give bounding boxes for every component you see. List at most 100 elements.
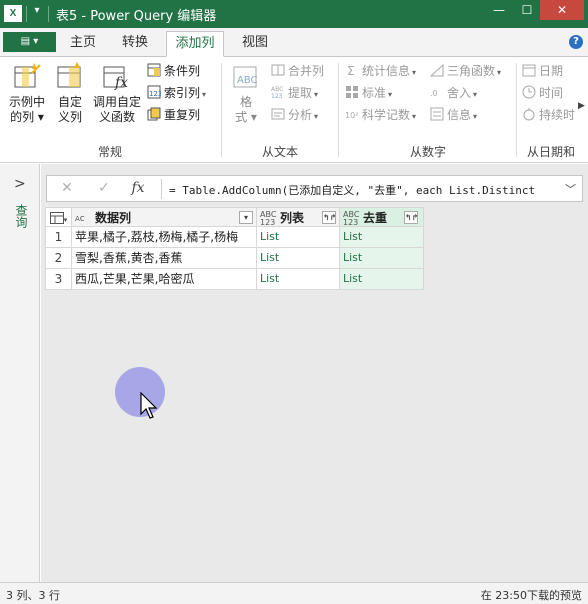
- confirm-formula-icon[interactable]: ✓: [93, 180, 115, 198]
- invoke-custom-function-button[interactable]: fx 调用自定 义函数: [90, 61, 144, 125]
- table-icon: [49, 212, 64, 224]
- expand-column-icon[interactable]: ↰↱: [322, 211, 336, 224]
- tab-add-column[interactable]: 添加列: [166, 31, 224, 57]
- duration-button[interactable]: 持续时: [522, 106, 575, 124]
- maximize-button[interactable]: ☐: [514, 0, 540, 20]
- table-cell[interactable]: 苹果,橘子,荔枝,杨梅,橘子,杨梅: [72, 227, 257, 248]
- cancel-formula-icon[interactable]: ✕: [56, 180, 78, 198]
- list-cell[interactable]: List: [340, 227, 424, 248]
- close-button[interactable]: ✕: [540, 0, 584, 20]
- list-cell[interactable]: List: [257, 248, 340, 269]
- file-menu-button[interactable]: ▤ ▾: [3, 32, 56, 52]
- column-from-examples-label-2: 的列 ▾: [10, 110, 44, 124]
- group-label-from-number: 从数字: [409, 145, 446, 159]
- quick-access-dropdown-icon[interactable]: ▾: [30, 5, 44, 16]
- group-label-general: 常规: [97, 145, 122, 159]
- rounding-icon: .0: [430, 85, 444, 99]
- information-button[interactable]: 信息 ▾: [430, 106, 477, 124]
- statistics-button[interactable]: Σ 统计信息 ▾: [345, 62, 416, 80]
- expand-formula-chevron-icon[interactable]: ﹀: [565, 181, 576, 197]
- extract-button[interactable]: ABC 123 提取 ▾: [271, 84, 318, 102]
- minimize-button[interactable]: —: [486, 0, 512, 20]
- status-bar: 3 列、3 行 在 23:50下载的预览: [0, 582, 588, 604]
- filter-dropdown-icon[interactable]: ▾: [239, 211, 253, 224]
- parse-button[interactable]: 分析 ▾: [271, 106, 318, 124]
- queries-pane-label[interactable]: 查询: [13, 204, 30, 228]
- text-type-icon[interactable]: Ac: [75, 214, 91, 223]
- chevron-down-icon: ▾: [388, 90, 393, 99]
- column-from-examples-label-1: 示例中: [8, 95, 45, 109]
- merge-columns-label: 合并列: [288, 64, 325, 78]
- chevron-down-icon: ▾: [314, 90, 319, 99]
- tab-transform[interactable]: 转换: [112, 31, 158, 57]
- table-cell[interactable]: 西瓜,芒果,芒果,哈密瓜: [72, 269, 257, 290]
- custom-column-label-2: 义列: [57, 110, 82, 124]
- row-number[interactable]: 2: [45, 248, 72, 269]
- ribbon-scroll-right-icon[interactable]: ▶: [578, 101, 585, 111]
- tab-view[interactable]: 视图: [232, 31, 278, 57]
- standard-button[interactable]: 标准 ▾: [345, 84, 392, 102]
- trigonometry-button[interactable]: 三角函数 ▾: [429, 62, 502, 80]
- group-label-from-text: 从文本: [261, 145, 298, 159]
- parse-icon: [271, 107, 285, 121]
- svg-text:.0: .0: [430, 89, 438, 98]
- list-cell[interactable]: List: [257, 269, 340, 290]
- type-badge-bottom: 123: [260, 217, 276, 227]
- format-button[interactable]: ABC 格 式 ▾: [228, 61, 264, 125]
- expand-queries-chevron-icon[interactable]: >: [14, 176, 26, 192]
- table-cell[interactable]: 雪梨,香蕉,黄杏,香蕉: [72, 248, 257, 269]
- row-column-count: 3 列、3 行: [6, 589, 60, 602]
- column-from-examples-icon: [12, 61, 42, 91]
- svg-text:10²: 10²: [345, 111, 358, 120]
- duplicate-column-button[interactable]: 重复列: [147, 106, 200, 124]
- duration-label: 持续时: [539, 108, 576, 122]
- list-cell[interactable]: List: [340, 269, 424, 290]
- chevron-down-icon: ▾: [497, 68, 502, 77]
- rounding-button[interactable]: .0 舍入 ▾: [430, 84, 477, 102]
- duplicate-column-icon: [147, 107, 161, 121]
- preview-download-time: 在 23:50下载的预览: [480, 589, 582, 602]
- column-header-dedup[interactable]: ABC 123 去重 ↰↱: [340, 207, 424, 227]
- index-column-label: 索引列: [164, 86, 201, 100]
- invoke-function-label-1: 调用自定: [92, 95, 141, 109]
- svg-text:fx: fx: [114, 75, 128, 91]
- formula-separator: [161, 179, 162, 199]
- custom-column-button[interactable]: 自定 义列: [54, 61, 86, 125]
- merge-columns-icon: [271, 63, 285, 77]
- list-cell[interactable]: List: [340, 248, 424, 269]
- ribbon-tab-strip: ▤ ▾ 主页 转换 添加列 视图 ?: [0, 28, 588, 57]
- time-button[interactable]: 时间: [522, 84, 563, 102]
- chevron-down-icon: ▾: [63, 216, 68, 224]
- standard-label: 标准: [362, 86, 387, 100]
- conditional-column-button[interactable]: 条件列: [147, 62, 200, 80]
- any-type-icon[interactable]: ABC 123: [343, 210, 359, 226]
- clock-icon: [522, 85, 536, 99]
- svg-text:Σ: Σ: [347, 64, 355, 77]
- row-number[interactable]: 3: [45, 269, 72, 290]
- tab-home[interactable]: 主页: [60, 31, 106, 57]
- help-icon[interactable]: ?: [569, 35, 583, 49]
- index-column-button[interactable]: 123 索引列 ▾: [147, 84, 206, 102]
- merge-columns-button[interactable]: 合并列: [271, 62, 324, 80]
- fx-icon[interactable]: fx: [127, 180, 149, 198]
- list-cell[interactable]: List: [257, 227, 340, 248]
- row-number[interactable]: 1: [45, 227, 72, 248]
- table-menu-button[interactable]: ▾: [45, 207, 72, 227]
- formula-input[interactable]: = Table.AddColumn(已添加自定义, "去重", each Lis…: [169, 182, 559, 198]
- information-label: 信息: [447, 108, 472, 122]
- svg-text:ABC: ABC: [271, 86, 283, 93]
- excel-app-icon[interactable]: X: [4, 5, 22, 22]
- column-header-list[interactable]: ABC 123 列表 ↰↱: [257, 207, 340, 227]
- column-header-data[interactable]: Ac 数据列 ▾: [72, 207, 257, 227]
- date-button[interactable]: 日期: [522, 62, 563, 80]
- conditional-column-label: 条件列: [164, 64, 201, 78]
- calendar-icon: [522, 63, 536, 77]
- scientific-button[interactable]: 10² 科学记数 ▾: [345, 106, 416, 124]
- scientific-label: 科学记数: [362, 108, 411, 122]
- chevron-down-icon: ▾: [202, 90, 207, 99]
- expand-column-icon[interactable]: ↰↱: [404, 211, 418, 224]
- column-from-examples-button[interactable]: 示例中 的列 ▾: [4, 61, 50, 125]
- close-icon: ✕: [556, 3, 568, 17]
- index-column-icon: 123: [147, 85, 162, 99]
- any-type-icon[interactable]: ABC 123: [260, 210, 276, 227]
